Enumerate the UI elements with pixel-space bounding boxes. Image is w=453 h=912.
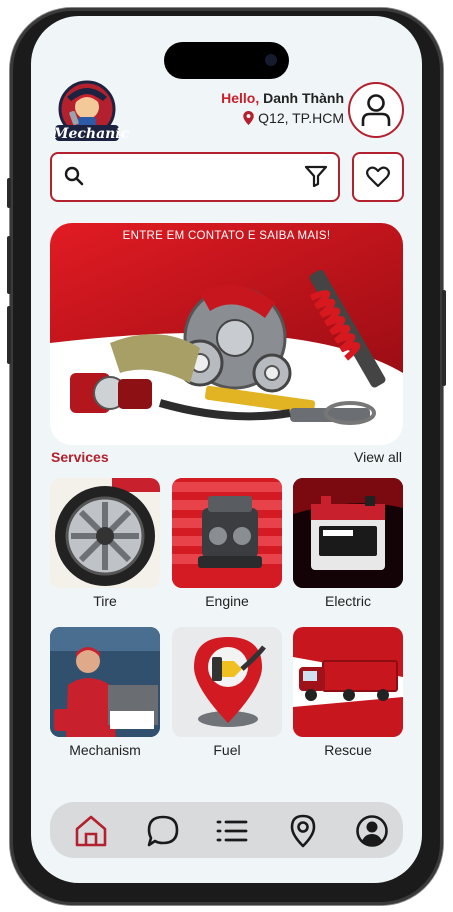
search-bar[interactable] <box>50 152 340 202</box>
favorites-button[interactable] <box>352 152 404 202</box>
service-label: Rescue <box>324 742 372 758</box>
services-title: Services <box>51 449 109 465</box>
profile-avatar-button[interactable] <box>348 82 404 138</box>
nav-chat[interactable] <box>146 814 180 848</box>
user-icon <box>361 94 391 126</box>
service-fuel[interactable]: Fuel <box>172 627 282 758</box>
app-screen: Mechanic Hello, Danh Thành Q12, TP.HCM E… <box>31 16 422 883</box>
engine-image <box>172 478 282 588</box>
location-text: Q12, TP.HCM <box>258 110 344 126</box>
mechanic-image <box>50 627 160 737</box>
search-input[interactable] <box>94 162 288 190</box>
service-mechanism[interactable]: Mechanism <box>50 627 160 758</box>
promo-banner[interactable]: ENTRE EM CONTATO E SAIBA MAIS! <box>50 223 403 445</box>
dynamic-island <box>164 42 289 79</box>
chat-icon <box>147 815 179 847</box>
service-rescue[interactable]: Rescue <box>293 627 403 758</box>
user-name: Danh Thành <box>263 90 344 106</box>
fuel-pump-image <box>172 627 282 737</box>
nav-list[interactable] <box>215 814 249 848</box>
filter-icon[interactable] <box>304 165 328 187</box>
service-label: Tire <box>93 593 117 609</box>
list-icon <box>216 820 248 842</box>
mute-switch <box>7 178 11 208</box>
battery-image <box>293 478 403 588</box>
home-icon <box>75 815 107 847</box>
logo-text: Mechanic <box>53 126 130 142</box>
service-tire[interactable]: Tire <box>50 478 160 609</box>
greeting-prefix: Hello, <box>221 90 260 106</box>
view-all-link[interactable]: View all <box>354 449 402 465</box>
search-icon <box>64 166 84 186</box>
tire-image <box>50 478 160 588</box>
location[interactable]: Q12, TP.HCM <box>243 110 344 126</box>
nav-map[interactable] <box>286 814 320 848</box>
nav-home[interactable] <box>74 814 108 848</box>
auto-parts-banner-image <box>50 223 403 445</box>
greeting: Hello, Danh Thành <box>221 90 344 106</box>
heart-icon <box>366 166 390 188</box>
mechanic-logo: Mechanic <box>51 75 130 147</box>
service-label: Mechanism <box>69 742 141 758</box>
power-button <box>442 290 446 386</box>
service-label: Engine <box>205 593 249 609</box>
map-pin-icon <box>290 814 316 848</box>
volume-down-button <box>7 306 11 364</box>
banner-caption: ENTRE EM CONTATO E SAIBA MAIS! <box>122 230 331 242</box>
map-pin-small-icon <box>243 111 254 125</box>
service-label: Fuel <box>213 742 241 758</box>
service-electric[interactable]: Electric <box>293 478 403 609</box>
nav-profile[interactable] <box>355 814 389 848</box>
profile-icon <box>356 815 388 847</box>
service-engine[interactable]: Engine <box>172 478 282 609</box>
truck-image <box>293 627 403 737</box>
service-label: Electric <box>325 593 371 609</box>
bottom-nav <box>50 802 403 858</box>
volume-up-button <box>7 236 11 294</box>
